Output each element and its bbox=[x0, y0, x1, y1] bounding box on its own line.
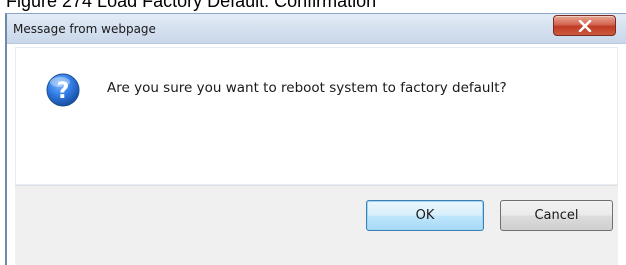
ok-button[interactable]: OK bbox=[366, 200, 484, 231]
dialog-titlebar[interactable]: Message from webpage bbox=[7, 14, 626, 44]
dialog-content bbox=[15, 47, 618, 185]
figure-caption: Figure 274 Load Factory Default: Confirm… bbox=[6, 0, 377, 11]
dialog-title: Message from webpage bbox=[13, 22, 156, 36]
cancel-button[interactable]: Cancel bbox=[500, 200, 613, 231]
svg-text:?: ? bbox=[57, 79, 70, 104]
question-icon: ? bbox=[46, 73, 80, 107]
close-icon bbox=[578, 19, 592, 32]
screenshot: Figure 274 Load Factory Default: Confirm… bbox=[0, 0, 626, 265]
close-button[interactable] bbox=[553, 15, 616, 36]
ok-button-label: OK bbox=[415, 208, 435, 223]
dialog-message: Are you sure you want to reboot system t… bbox=[107, 80, 507, 96]
cancel-button-label: Cancel bbox=[534, 208, 579, 223]
message-dialog: Message from webpage ? Are you sure you … bbox=[5, 13, 626, 265]
